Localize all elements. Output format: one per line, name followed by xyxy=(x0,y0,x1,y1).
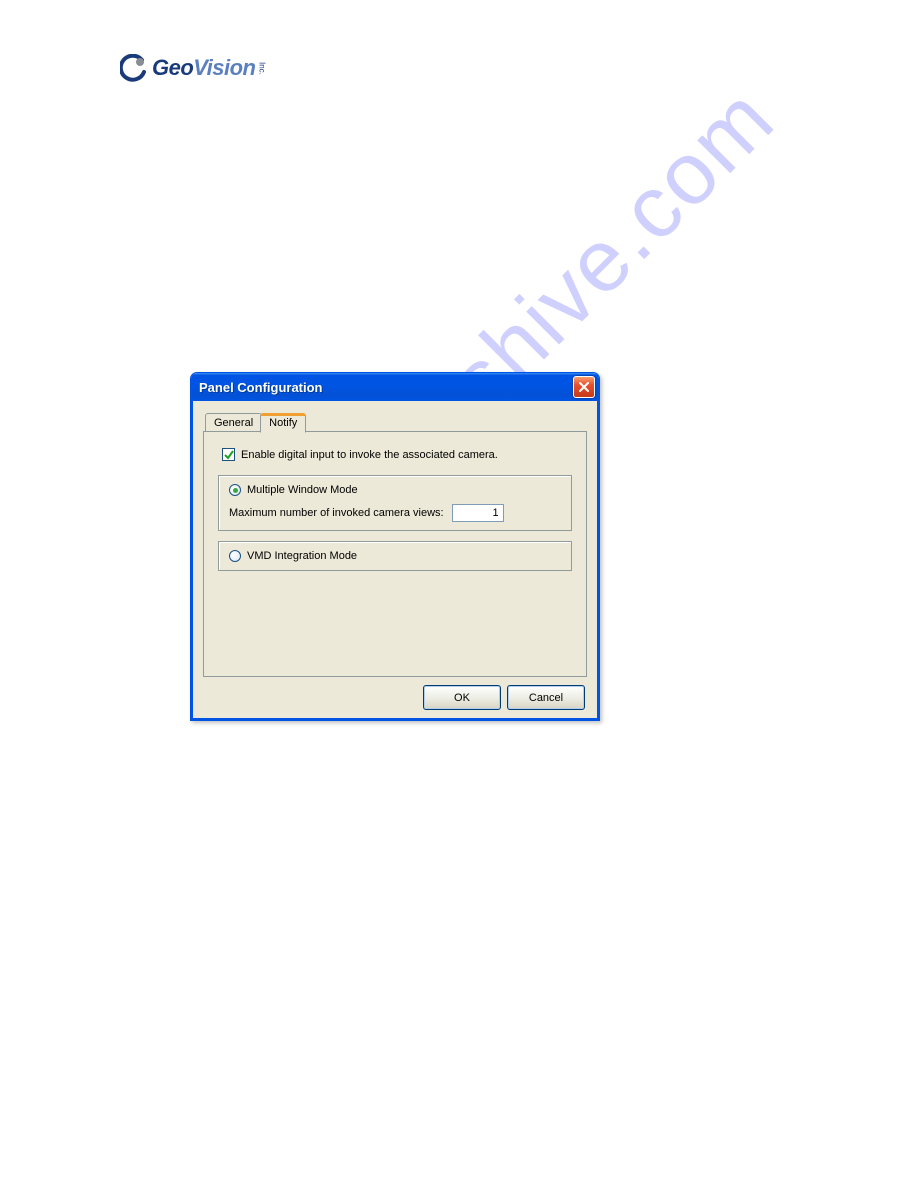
enable-digital-input-label: Enable digital input to invoke the assoc… xyxy=(241,449,498,461)
multiple-window-mode-row: Multiple Window Mode xyxy=(229,484,561,496)
dialog-buttons: OK Cancel xyxy=(203,685,587,710)
vmd-integration-mode-radio[interactable] xyxy=(229,550,241,562)
dialog-title: Panel Configuration xyxy=(199,380,323,395)
max-views-input[interactable]: 1 xyxy=(452,504,504,522)
logo-text: GeoVision xyxy=(152,55,256,81)
multiple-window-mode-label: Multiple Window Mode xyxy=(247,484,358,496)
close-button[interactable] xyxy=(573,376,595,398)
logo-icon xyxy=(120,54,148,82)
enable-digital-input-checkbox[interactable] xyxy=(222,448,235,461)
radio-dot-icon xyxy=(233,488,238,493)
brand-logo: GeoVision Inc. xyxy=(120,54,267,82)
check-icon xyxy=(224,450,234,460)
cancel-button[interactable]: Cancel xyxy=(507,685,585,710)
vmd-integration-mode-row: VMD Integration Mode xyxy=(229,550,561,562)
max-views-row: Maximum number of invoked camera views: … xyxy=(229,504,561,522)
close-icon xyxy=(579,382,589,392)
multiple-window-mode-group: Multiple Window Mode Maximum number of i… xyxy=(218,475,572,531)
vmd-integration-mode-group: VMD Integration Mode xyxy=(218,541,572,571)
titlebar[interactable]: Panel Configuration xyxy=(191,373,599,401)
tabs: General Notify xyxy=(203,411,587,432)
ok-button[interactable]: OK xyxy=(423,685,501,710)
tab-panel-notify: Enable digital input to invoke the assoc… xyxy=(203,431,587,677)
enable-digital-input-row: Enable digital input to invoke the assoc… xyxy=(222,448,572,461)
panel-configuration-dialog: Panel Configuration General Notify Enabl… xyxy=(190,372,600,721)
vmd-integration-mode-label: VMD Integration Mode xyxy=(247,550,357,562)
logo-sub: Inc. xyxy=(258,62,267,75)
tab-notify[interactable]: Notify xyxy=(260,413,306,433)
max-views-label: Maximum number of invoked camera views: xyxy=(229,507,444,519)
multiple-window-mode-radio[interactable] xyxy=(229,484,241,496)
dialog-body: General Notify Enable digital input to i… xyxy=(191,401,599,720)
